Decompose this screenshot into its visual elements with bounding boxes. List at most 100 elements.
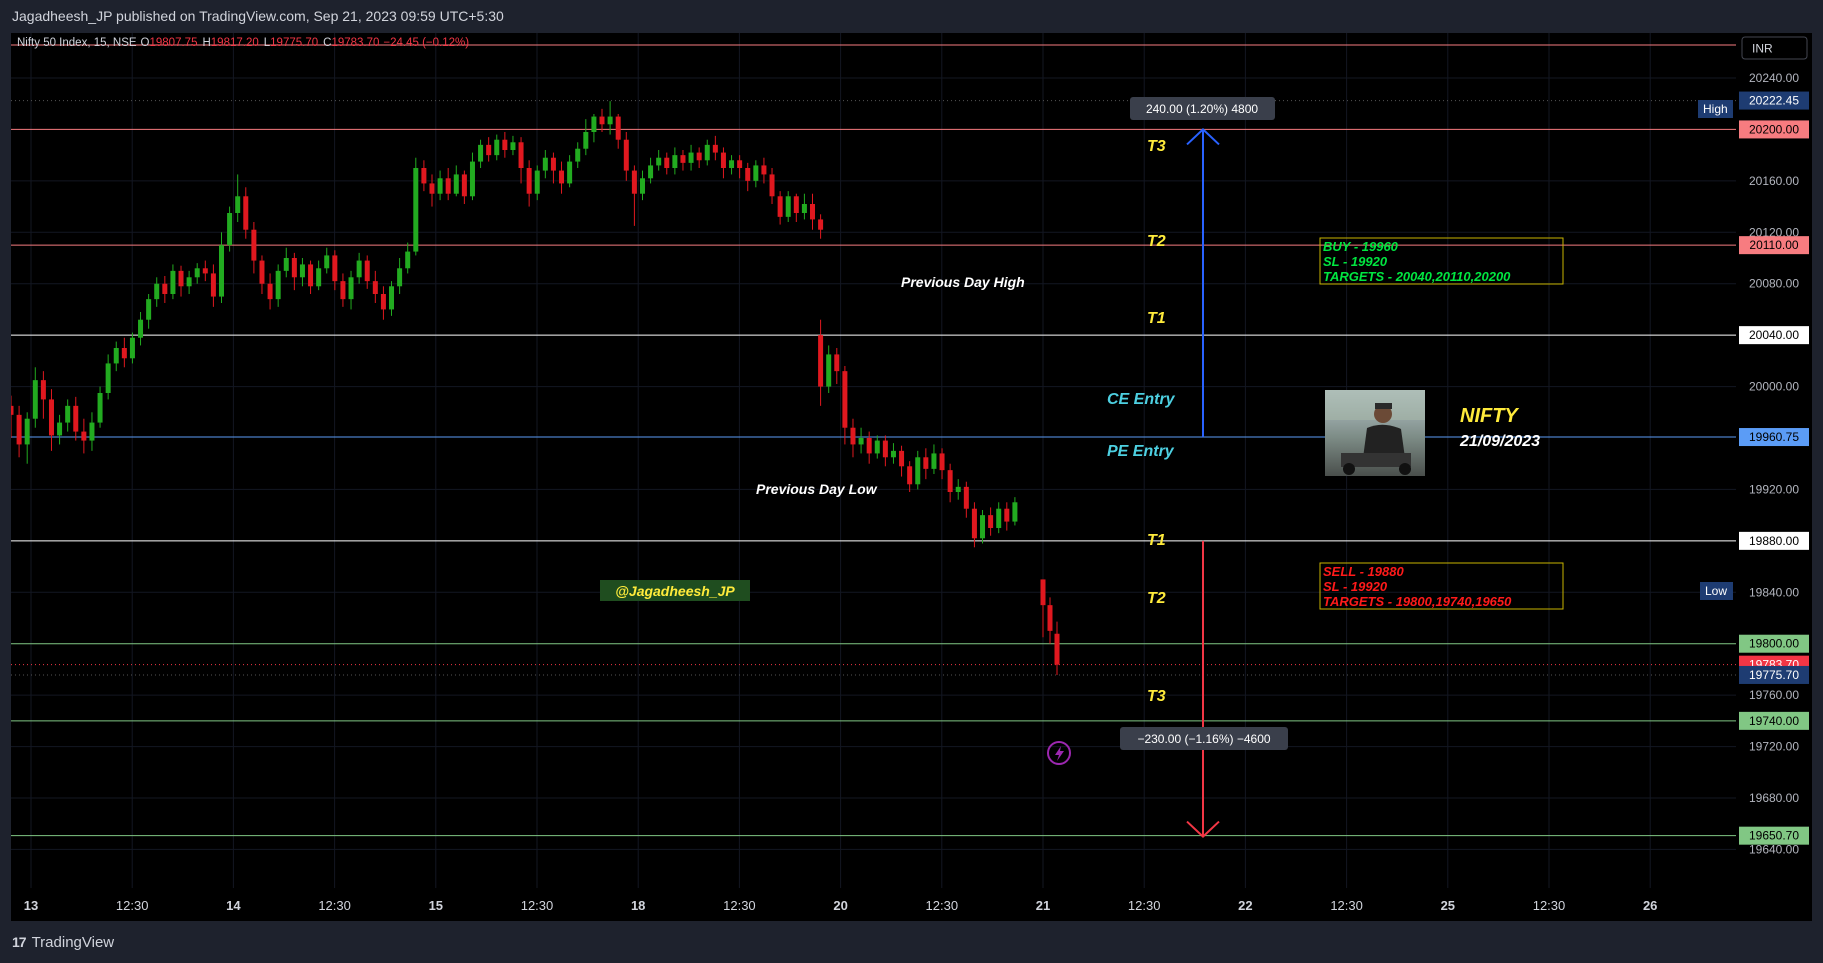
sell-line-2: SL - 19920	[1323, 579, 1388, 594]
target-t3-bottom: T3	[1147, 688, 1166, 705]
time-tick-label: 12:30	[1533, 898, 1566, 913]
time-tick-label: 26	[1643, 898, 1657, 913]
candle-body	[210, 273, 216, 297]
candle-body	[510, 142, 516, 150]
candle-body	[923, 457, 929, 469]
brand-label: TradingView	[31, 934, 115, 951]
level-label: 19880.00	[1749, 534, 1799, 548]
time-tick-label: 12:30	[1128, 898, 1161, 913]
candle-body	[356, 260, 362, 278]
low-tag: Low	[1700, 582, 1733, 600]
tradingview-logo[interactable]: 17 TradingView	[12, 934, 114, 951]
high-tag-label: High	[1703, 102, 1728, 116]
candle-body	[380, 294, 386, 310]
candle-body	[486, 144, 492, 156]
price-tick-label: 19920.00	[1749, 482, 1799, 496]
prev-day-low-label: Previous Day Low	[756, 481, 878, 497]
candles	[8, 101, 1060, 675]
candle-body	[178, 270, 184, 287]
candle-body	[389, 286, 395, 310]
candle-body	[915, 457, 921, 485]
candle-body	[858, 438, 864, 445]
candle-body	[364, 260, 370, 282]
candle-body	[445, 178, 451, 194]
candle-body	[988, 515, 994, 528]
time-tick-label: 12:30	[723, 898, 756, 913]
candle-body	[648, 165, 654, 179]
level-label: 19960.75	[1749, 430, 1799, 444]
candle-body	[834, 354, 840, 372]
target-t1-top: T1	[1147, 310, 1166, 327]
measure-up-label: 240.00 (1.20%) 4800	[1130, 97, 1275, 120]
candle-body	[16, 414, 22, 445]
candle-body	[842, 371, 848, 428]
candle-body	[324, 255, 330, 269]
candle-body	[121, 348, 127, 359]
candle-body	[672, 155, 678, 168]
footer-bar: 17 TradingView	[0, 924, 1823, 963]
time-tick-label: 12:30	[521, 898, 554, 913]
chart-area[interactable]: Nifty 50 Index, 15, NSE O19807.75 H19817.2…	[8, 33, 1812, 921]
candle-body	[656, 157, 662, 166]
price-tick-label: 20160.00	[1749, 174, 1799, 188]
target-t2-top: T2	[1147, 233, 1166, 250]
target-t3-top: T3	[1147, 138, 1166, 155]
candle-body	[105, 363, 111, 393]
time-tick-label: 12:30	[318, 898, 351, 913]
handle-badge: @Jagadheesh_JP	[600, 580, 750, 601]
price-axis[interactable]	[1736, 33, 1812, 888]
candle-body	[688, 152, 694, 163]
time-axis[interactable]: 13 12:30 14 12:30 15 12:30 18 12:30 20 12:30 21 12:…	[24, 898, 1658, 913]
candle-body	[631, 170, 637, 194]
candle-body	[502, 139, 508, 150]
candle-body	[162, 283, 168, 294]
candle-body	[227, 213, 233, 246]
candle-body	[437, 178, 443, 194]
time-tick-label: 12:30	[926, 898, 959, 913]
time-tick-label: 12:30	[116, 898, 149, 913]
tv-logo-icon: 17	[12, 934, 27, 950]
candle-body	[712, 144, 718, 153]
candle-body	[40, 380, 46, 400]
candle-body	[980, 515, 986, 539]
buy-line-1: BUY - 19960	[1323, 239, 1399, 254]
candle-body	[575, 148, 581, 162]
candle-body	[534, 170, 540, 194]
candle-body	[696, 152, 702, 161]
candle-body	[478, 144, 484, 162]
level-label: 20200.00	[1749, 122, 1799, 136]
candle-body	[850, 427, 856, 445]
candle-body	[680, 155, 686, 163]
candle-body	[720, 152, 726, 168]
candle-body	[963, 486, 969, 509]
candle-body	[874, 440, 880, 454]
chart-grid	[11, 33, 1736, 888]
candle-body	[469, 161, 475, 197]
candle-body	[235, 196, 241, 213]
lightning-icon[interactable]	[1047, 741, 1071, 765]
candle-body	[761, 165, 767, 175]
currency-button[interactable]: INR	[1741, 36, 1808, 60]
candle-body	[73, 405, 79, 432]
pe-entry-label: PE Entry	[1107, 443, 1175, 460]
candle-body	[494, 139, 500, 156]
candle-body	[372, 281, 378, 294]
chart-svg[interactable]: Nifty 50 Index, 15, NSE O19807.75 H19817.2…	[8, 33, 1812, 921]
candle-body	[939, 453, 945, 471]
candle-body	[154, 283, 160, 300]
candle-body	[275, 270, 281, 300]
buy-line-2: SL - 19920	[1323, 254, 1388, 269]
low-tag-label: Low	[1705, 584, 1727, 598]
candle-body	[24, 418, 30, 445]
low-price-label: 19775.70	[1749, 668, 1799, 682]
candle-body	[542, 157, 548, 171]
candle-body	[1004, 508, 1010, 522]
candle-body	[251, 229, 257, 261]
candle-body	[890, 450, 896, 458]
sell-line-1: SELL - 19880	[1323, 564, 1404, 579]
level-label: 20110.00	[1749, 238, 1798, 252]
price-tick-label: 19760.00	[1749, 688, 1799, 702]
candle-body	[810, 204, 816, 220]
measure-down-text: −230.00 (−1.16%) −4600	[1137, 732, 1270, 746]
buy-line-3: TARGETS - 20040,20110,20200	[1323, 269, 1511, 284]
